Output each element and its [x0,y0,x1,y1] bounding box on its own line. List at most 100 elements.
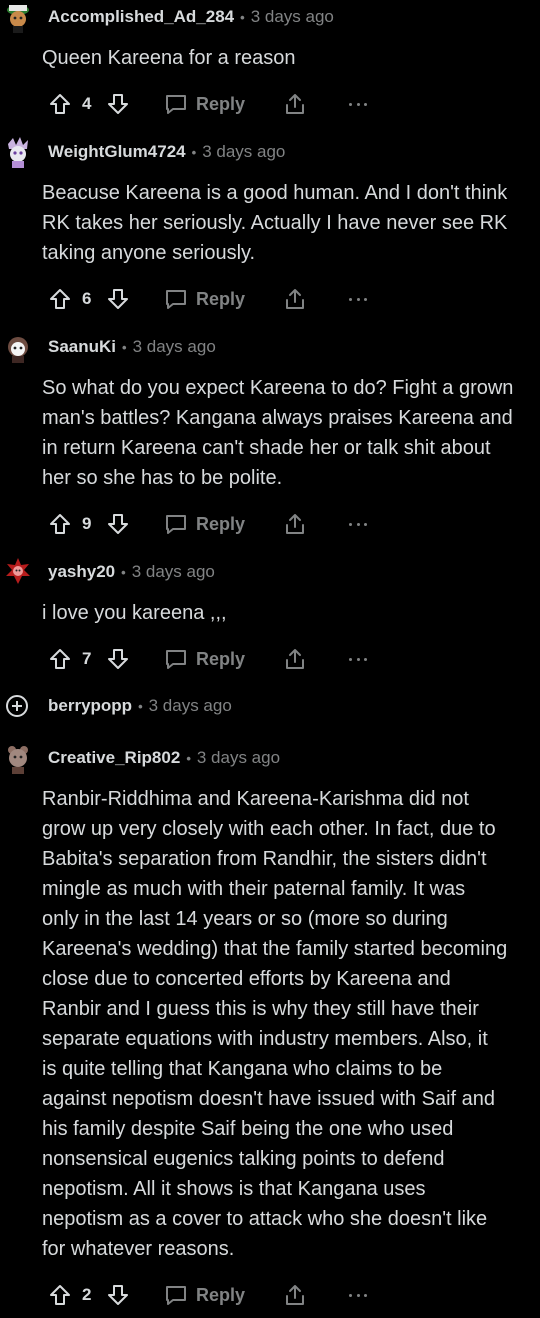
share-button[interactable] [284,1275,306,1315]
comment-meta: yashy20 • 3 days ago [0,556,540,588]
share-icon [286,1285,304,1305]
reply-label: Reply [196,288,246,309]
upvote-button[interactable] [49,639,71,679]
comment-line: his family despite Saif being the one wh… [42,1118,454,1140]
speech-bubble-icon [166,95,186,114]
comment-line: Kareena's wedding) that the family start… [42,938,508,960]
comment-meta: WeightGlum4724 • 3 days ago [0,136,540,168]
arrow-down-icon [108,289,128,309]
timestamp: 3 days ago [250,7,334,26]
arrow-up-icon [50,94,70,114]
downvote-button[interactable] [107,279,129,319]
comment-actions: 2 Reply [0,1275,540,1315]
separator-dot: • [122,340,127,355]
username[interactable]: SaanuKi • 3 days ago [48,337,216,357]
avatar[interactable] [4,1,32,33]
more-dots-icon[interactable] [349,1275,367,1315]
share-icon [286,94,304,114]
comment-line: grow up very closely with each other. In… [42,818,496,840]
comment-line: Ranbir and I guess this is why they stil… [42,998,479,1020]
comment-line: Ranbir-Riddhima and Kareena-Karishma did… [42,788,469,810]
comment-line: her so she has to be polite. [42,467,283,489]
arrow-down-icon [108,649,128,669]
more-dots-icon[interactable] [349,279,367,319]
comment-actions: 6 Reply [0,279,540,319]
plus-circle-icon[interactable] [6,695,28,717]
upvote-button[interactable] [49,1275,71,1315]
comment-line: RK takes her seriously. Actually I have … [42,212,508,234]
comment-line: is quite telling that Kangana who claims… [42,1058,443,1080]
comment-body: Queen Kareena for a reason [42,43,534,73]
arrow-down-icon [108,1285,128,1305]
comment-meta: Accomplished_Ad_284 • 3 days ago [0,1,540,33]
share-icon [286,649,304,669]
arrow-up-icon [50,649,70,669]
downvote-button[interactable] [107,639,129,679]
comment-meta: Creative_Rip802 • 3 days ago [0,742,540,774]
vote-count: 7 [82,649,92,668]
comment-line: Queen Kareena for a reason [42,47,296,69]
avatar[interactable] [4,331,32,363]
reply-label: Reply [196,1284,246,1305]
reply-button[interactable]: Reply [164,279,245,319]
reply-label: Reply [196,648,246,669]
downvote-button[interactable] [107,504,129,544]
share-button[interactable] [284,84,306,124]
username-text[interactable]: berrypopp [48,696,132,715]
comment-line: man's battles? Kangana always praises Ka… [42,407,513,429]
comment-line: in return Kareena can't shade her or tal… [42,437,491,459]
share-button[interactable] [284,279,306,319]
username[interactable]: yashy20 • 3 days ago [48,562,215,582]
username-text[interactable]: SaanuKi [48,337,116,356]
downvote-button[interactable] [107,84,129,124]
share-icon [286,289,304,309]
upvote-button[interactable] [49,504,71,544]
more-dots-icon[interactable] [349,639,367,679]
downvote-button[interactable] [107,1275,129,1315]
avatar[interactable] [4,556,32,588]
comment-body: So what do you expect Kareena to do? Fig… [42,373,534,493]
share-icon [286,514,304,534]
reply-button[interactable]: Reply [164,639,245,679]
share-button[interactable] [284,639,306,679]
more-dots-icon[interactable] [349,504,367,544]
username[interactable]: Creative_Rip802 • 3 days ago [48,748,280,768]
comment-line: Babita's separation from Randhir, the si… [42,848,487,870]
speech-bubble-icon [166,650,186,669]
comment-line: only in the last 14 years or so (more so… [42,908,448,930]
timestamp: 3 days ago [196,748,281,767]
timestamp: 3 days ago [131,562,215,581]
arrow-down-icon [108,94,128,114]
avatar[interactable] [4,742,32,774]
more-dots-icon[interactable] [349,84,367,124]
comment-line: separate equations with industry members… [42,1028,488,1050]
comment-line: So what do you expect Kareena to do? Fig… [42,377,514,399]
reply-button[interactable]: Reply [164,84,245,124]
comment-line: nonsensical eugenics talking points to d… [42,1148,445,1170]
username-text[interactable]: Accomplished_Ad_284 [48,7,234,26]
vote-count: 2 [82,1285,92,1304]
username[interactable]: WeightGlum4724 • 3 days ago [48,142,285,162]
username-text[interactable]: Creative_Rip802 [48,748,180,767]
username-text[interactable]: yashy20 [48,562,115,581]
reply-button[interactable]: Reply [164,1275,245,1315]
username[interactable]: Accomplished_Ad_284 • 3 days ago [48,7,334,27]
separator-dot: • [191,145,197,160]
separator-dot: • [121,565,126,580]
upvote-button[interactable] [49,279,71,319]
timestamp: 3 days ago [132,337,216,356]
upvote-button[interactable] [49,84,71,124]
collapsed-comment[interactable]: berrypopp • 3 days ago [0,691,540,723]
vote-count: 6 [82,289,92,308]
comment-line: i love you kareena ,,, [42,602,227,624]
reply-button[interactable]: Reply [164,504,245,544]
comment-body: Beacuse Kareena is a good human. And I d… [42,178,534,268]
avatar[interactable] [4,136,32,168]
comment-body: i love you kareena ,,, [42,598,534,628]
comment-line: mingle as much with their paternal famil… [42,878,466,900]
username-text[interactable]: WeightGlum4724 [48,142,186,161]
separator-dot: • [138,699,143,714]
username[interactable]: berrypopp • 3 days ago [48,696,232,716]
arrow-up-icon [50,1285,70,1305]
share-button[interactable] [284,504,306,544]
